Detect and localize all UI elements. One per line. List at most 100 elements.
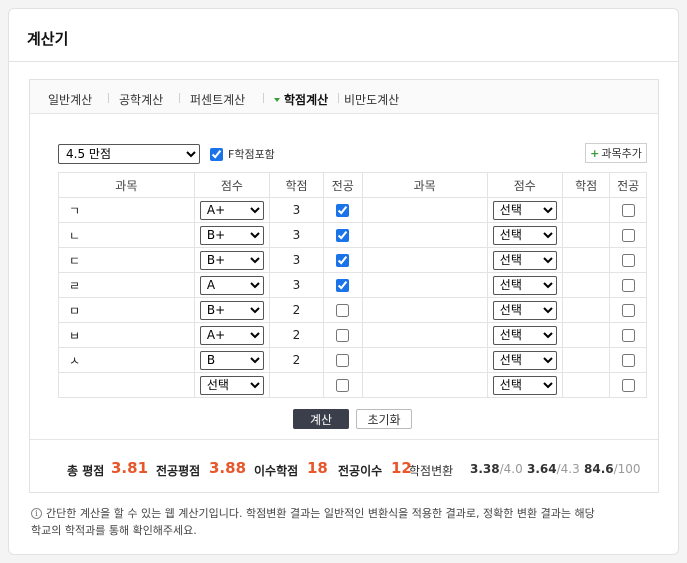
major-checkbox[interactable] xyxy=(336,204,350,217)
course-name-cell[interactable] xyxy=(361,297,488,323)
course-name-cell[interactable]: ㄴ xyxy=(58,222,195,248)
credit-cell[interactable]: 2 xyxy=(269,347,324,373)
credit-cell[interactable] xyxy=(269,372,324,398)
grade-select[interactable]: 선택A+AB+BC+CD+DF xyxy=(199,275,264,295)
tab-general[interactable]: 일반계산 xyxy=(48,91,92,108)
tab-engineering[interactable]: 공학계산 xyxy=(119,91,163,108)
grade-select[interactable]: 선택A+AB+BC+CD+DF xyxy=(492,325,557,345)
calculate-button[interactable]: 계산 xyxy=(293,409,349,429)
grade-cell: 선택A+AB+BC+CD+DF xyxy=(486,247,563,273)
f-grade-include-toggle[interactable]: F학점포함 xyxy=(210,146,275,162)
credit-cell[interactable]: 3 xyxy=(269,272,324,298)
course-name-cell[interactable] xyxy=(58,372,195,398)
major-cell xyxy=(609,222,647,248)
course-name-cell[interactable] xyxy=(361,197,488,223)
major-cell xyxy=(609,347,647,373)
major-checkbox[interactable] xyxy=(336,279,350,292)
grade-select[interactable]: 선택A+AB+BC+CD+DF xyxy=(199,300,264,320)
major-checkbox[interactable] xyxy=(621,204,635,217)
grade-cell: 선택A+AB+BC+CD+DF xyxy=(486,372,563,398)
conversion-label: 학점변환 xyxy=(409,464,454,478)
course-name-cell[interactable]: ㅁ xyxy=(58,297,195,323)
grade-select[interactable]: 선택A+AB+BC+CD+DF xyxy=(492,275,557,295)
grade-cell: 선택A+AB+BC+CD+DF xyxy=(193,347,271,373)
grade-select[interactable]: 선택A+AB+BC+CD+DF xyxy=(199,375,264,395)
course-name-cell[interactable]: ㄷ xyxy=(58,247,195,273)
grade-select[interactable]: 선택A+AB+BC+CD+DF xyxy=(492,200,557,220)
major-checkbox[interactable] xyxy=(621,329,635,342)
conversion-value: 84.6 xyxy=(584,462,614,476)
grade-select[interactable]: 선택A+AB+BC+CD+DF xyxy=(492,225,557,245)
major-checkbox[interactable] xyxy=(336,379,350,392)
course-name-cell[interactable]: ㄱ xyxy=(58,197,195,223)
major-cell xyxy=(322,372,363,398)
page-title: 계산기 xyxy=(27,30,69,48)
major-checkbox[interactable] xyxy=(621,304,635,317)
credit-cell[interactable] xyxy=(561,372,611,398)
course-name-cell[interactable] xyxy=(361,347,488,373)
major-checkbox[interactable] xyxy=(621,379,635,392)
major-checkbox[interactable] xyxy=(336,254,350,267)
tab-gpa[interactable]: 학점계산 xyxy=(274,91,328,108)
major-credits-label: 전공이수 xyxy=(338,464,383,478)
major-checkbox[interactable] xyxy=(621,254,635,267)
credit-cell[interactable]: 3 xyxy=(269,247,324,273)
major-checkbox[interactable] xyxy=(621,279,635,292)
tab-percent[interactable]: 퍼센트계산 xyxy=(190,91,245,108)
grade-select[interactable]: 선택A+AB+BC+CD+DF xyxy=(199,225,264,245)
course-name-cell[interactable]: ㅅ xyxy=(58,347,195,373)
major-checkbox[interactable] xyxy=(336,304,350,317)
course-name-cell[interactable] xyxy=(361,372,488,398)
course-name-cell[interactable]: ㅂ xyxy=(58,322,195,348)
major-checkbox[interactable] xyxy=(336,354,350,367)
grade-select[interactable]: 선택A+AB+BC+CD+DF xyxy=(199,200,264,220)
add-course-button[interactable]: + 과목추가 xyxy=(585,143,647,163)
course-name-cell[interactable] xyxy=(361,322,488,348)
reset-button[interactable]: 초기화 xyxy=(356,409,412,429)
column-header-course: 과목 xyxy=(58,172,195,198)
credit-cell[interactable] xyxy=(561,222,611,248)
major-checkbox[interactable] xyxy=(336,329,350,342)
major-cell xyxy=(609,197,647,223)
grade-scale-select[interactable]: 4.5 만점4.3 만점4.0 만점 xyxy=(58,144,200,164)
table-row: ㄹ선택A+AB+BC+CD+DF3선택A+AB+BC+CD+DF xyxy=(58,272,647,298)
grade-select[interactable]: 선택A+AB+BC+CD+DF xyxy=(492,250,557,270)
grade-select[interactable]: 선택A+AB+BC+CD+DF xyxy=(199,250,264,270)
grade-select[interactable]: 선택A+AB+BC+CD+DF xyxy=(492,375,557,395)
column-header-credit: 학점 xyxy=(561,172,611,198)
credit-cell[interactable]: 2 xyxy=(269,322,324,348)
course-name-cell[interactable]: ㄹ xyxy=(58,272,195,298)
major-gpa-label: 전공평점 xyxy=(156,464,201,478)
credit-cell[interactable] xyxy=(561,322,611,348)
add-course-label: 과목추가 xyxy=(601,147,642,160)
table-header-row: 과목 점수 학점 전공 과목 점수 학점 전공 xyxy=(58,172,647,198)
major-checkbox[interactable] xyxy=(621,229,635,242)
credit-cell[interactable]: 3 xyxy=(269,222,324,248)
credit-cell[interactable]: 2 xyxy=(269,297,324,323)
f-grade-include-checkbox[interactable] xyxy=(210,147,223,161)
grade-select[interactable]: 선택A+AB+BC+CD+DF xyxy=(199,325,264,345)
course-name-cell[interactable] xyxy=(361,272,488,298)
grade-cell: 선택A+AB+BC+CD+DF xyxy=(486,322,563,348)
active-tab-arrow-icon xyxy=(274,97,280,102)
grade-cell: 선택A+AB+BC+CD+DF xyxy=(486,197,563,223)
tab-bmi[interactable]: 비만도계산 xyxy=(344,91,399,108)
credit-cell[interactable] xyxy=(561,347,611,373)
course-name-cell[interactable] xyxy=(361,222,488,248)
credit-cell[interactable] xyxy=(561,297,611,323)
grade-select[interactable]: 선택A+AB+BC+CD+DF xyxy=(199,350,264,370)
grade-select[interactable]: 선택A+AB+BC+CD+DF xyxy=(492,300,557,320)
course-name-cell[interactable] xyxy=(361,247,488,273)
major-cell xyxy=(609,247,647,273)
major-cell xyxy=(322,222,363,248)
credit-cell[interactable]: 3 xyxy=(269,197,324,223)
major-cell xyxy=(609,322,647,348)
credit-cell[interactable] xyxy=(561,197,611,223)
credit-cell[interactable] xyxy=(561,247,611,273)
grade-select[interactable]: 선택A+AB+BC+CD+DF xyxy=(492,350,557,370)
credit-cell[interactable] xyxy=(561,272,611,298)
major-checkbox[interactable] xyxy=(336,229,350,242)
major-checkbox[interactable] xyxy=(621,354,635,367)
tab-percent-label: 퍼센트계산 xyxy=(190,93,246,107)
major-cell xyxy=(322,272,363,298)
